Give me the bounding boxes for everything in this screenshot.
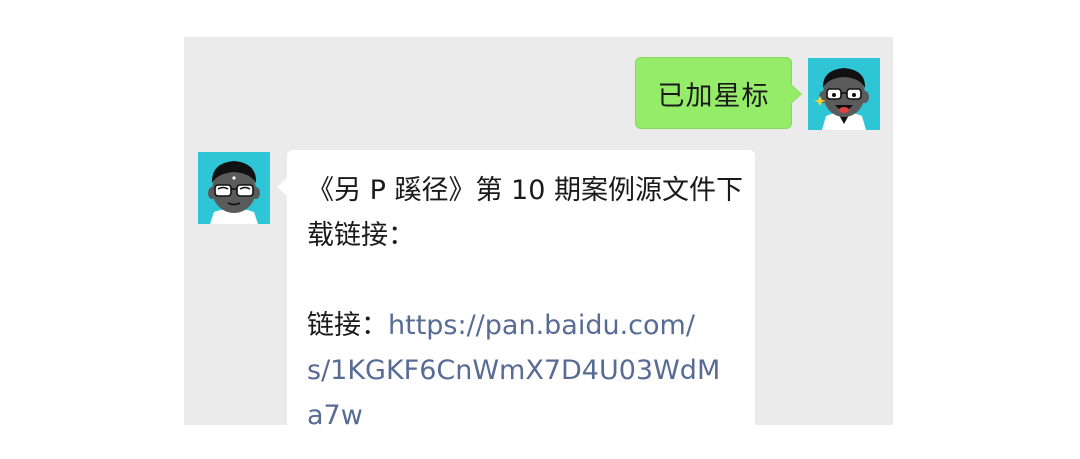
share-link-part-3[interactable]: a7w [307,393,735,425]
share-link-part-1[interactable]: https://pan.baidu.com/ [388,310,695,341]
message-link-line: 链接：https://pan.baidu.com/ [307,303,735,348]
cartoon-man-glasses-avatar-icon [198,152,270,224]
link-label: 链接： [307,310,388,341]
message-title-line: 载链接： [307,220,415,251]
share-link-part-2[interactable]: s/1KGKF6CnWmX7D4U03WdM [307,348,735,393]
my-message-text: 已加星标 [657,80,770,112]
my-message-bubble[interactable]: 已加星标 [635,57,802,129]
contact-message-bubble[interactable]: 《另 P 蹊径》第 10 期案例源文件下 载链接： 链接：https://pan… [277,150,755,425]
my-avatar[interactable] [808,58,880,130]
chat-area: 已加星标 《另 P 蹊径》第 10 期案例源文件下 载链接： 链接：https:… [184,37,893,425]
contact-avatar[interactable] [198,152,270,224]
cartoon-man-glasses-tongue-avatar-icon [808,58,880,130]
message-title-line: 《另 P 蹊径》第 10 期案例源文件下 [307,175,743,206]
